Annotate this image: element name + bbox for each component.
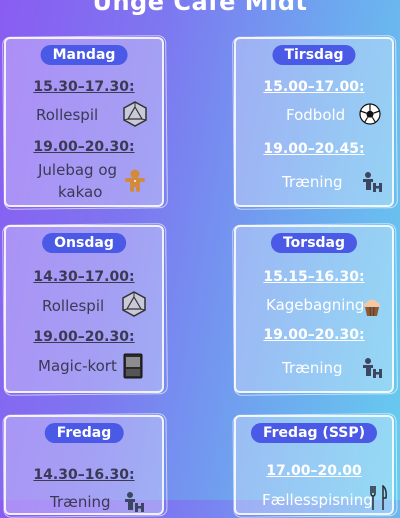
cupcake-icon: [362, 295, 382, 322]
schedule-card-friday-ssp: Fredag (SSP) 17.00–20.00 Fællesspisning: [234, 415, 394, 515]
activity-1: Fællesspisning: [262, 491, 373, 509]
time-slot-1: 15.30–17.30:: [33, 79, 135, 95]
activity-1: Træning: [50, 493, 111, 511]
time-slot-1: 17.00–20.00: [266, 463, 362, 479]
time-slot-2: 19.00–20.30:: [33, 139, 135, 155]
schedule-card-friday: Fredag 14.30–16.30: Træning: [4, 415, 164, 515]
weightlifting-icon: [360, 357, 384, 384]
d20-icon: [122, 291, 146, 322]
time-slot-2: 19.00–20.30:: [263, 327, 365, 343]
football-icon: [359, 103, 381, 130]
magic-card-icon: [123, 353, 143, 384]
time-slot-2: 19.00–20.45:: [263, 141, 365, 157]
d20-icon: [123, 101, 147, 132]
time-slot-1: 14.30–16.30:: [33, 467, 135, 483]
activity-2: Træning: [282, 359, 343, 377]
activity-1: Fodbold: [286, 106, 346, 124]
day-label: Fredag: [44, 423, 124, 443]
activity-1: Rollespil: [36, 106, 99, 124]
time-slot-1: 15.15–16.30:: [263, 269, 365, 285]
day-label: Mandag: [40, 45, 128, 65]
time-slot-2: 19.00–20.30:: [33, 329, 135, 345]
activity-2-line1: Julebag og: [38, 161, 118, 179]
activity-1: Kagebagning: [266, 296, 365, 314]
gingerbread-icon: [124, 169, 146, 198]
activity-2: Magic-kort: [38, 357, 117, 375]
day-label: Torsdag: [270, 233, 358, 253]
cutlery-icon: [368, 484, 388, 516]
activity-2-line2: kakao: [58, 183, 103, 201]
day-label: Onsdag: [42, 233, 126, 253]
schedule-card-tuesday: Tirsdag 15.00–17.00: Fodbold 19.00–20.45…: [234, 37, 394, 207]
schedule-card-wednesday: Onsdag 14.30–17.00: Rollespil 19.00–20.3…: [4, 225, 164, 393]
weightlifting-icon: [122, 491, 146, 518]
weightlifting-icon: [360, 171, 384, 198]
activity-2: Træning: [282, 173, 343, 191]
day-label: Tirsdag: [272, 45, 356, 65]
day-label: Fredag (SSP): [250, 423, 378, 443]
page-title: Unge Café Midt: [92, 0, 308, 16]
schedule-card-thursday: Torsdag 15.15–16.30: Kagebagning 19.00–2…: [234, 225, 394, 393]
schedule-card-monday: Mandag 15.30–17.30: Rollespil 19.00–20.3…: [4, 37, 164, 207]
activity-1: Rollespil: [42, 297, 105, 315]
time-slot-1: 15.00–17.00:: [263, 79, 365, 95]
time-slot-1: 14.30–17.00:: [33, 269, 135, 285]
